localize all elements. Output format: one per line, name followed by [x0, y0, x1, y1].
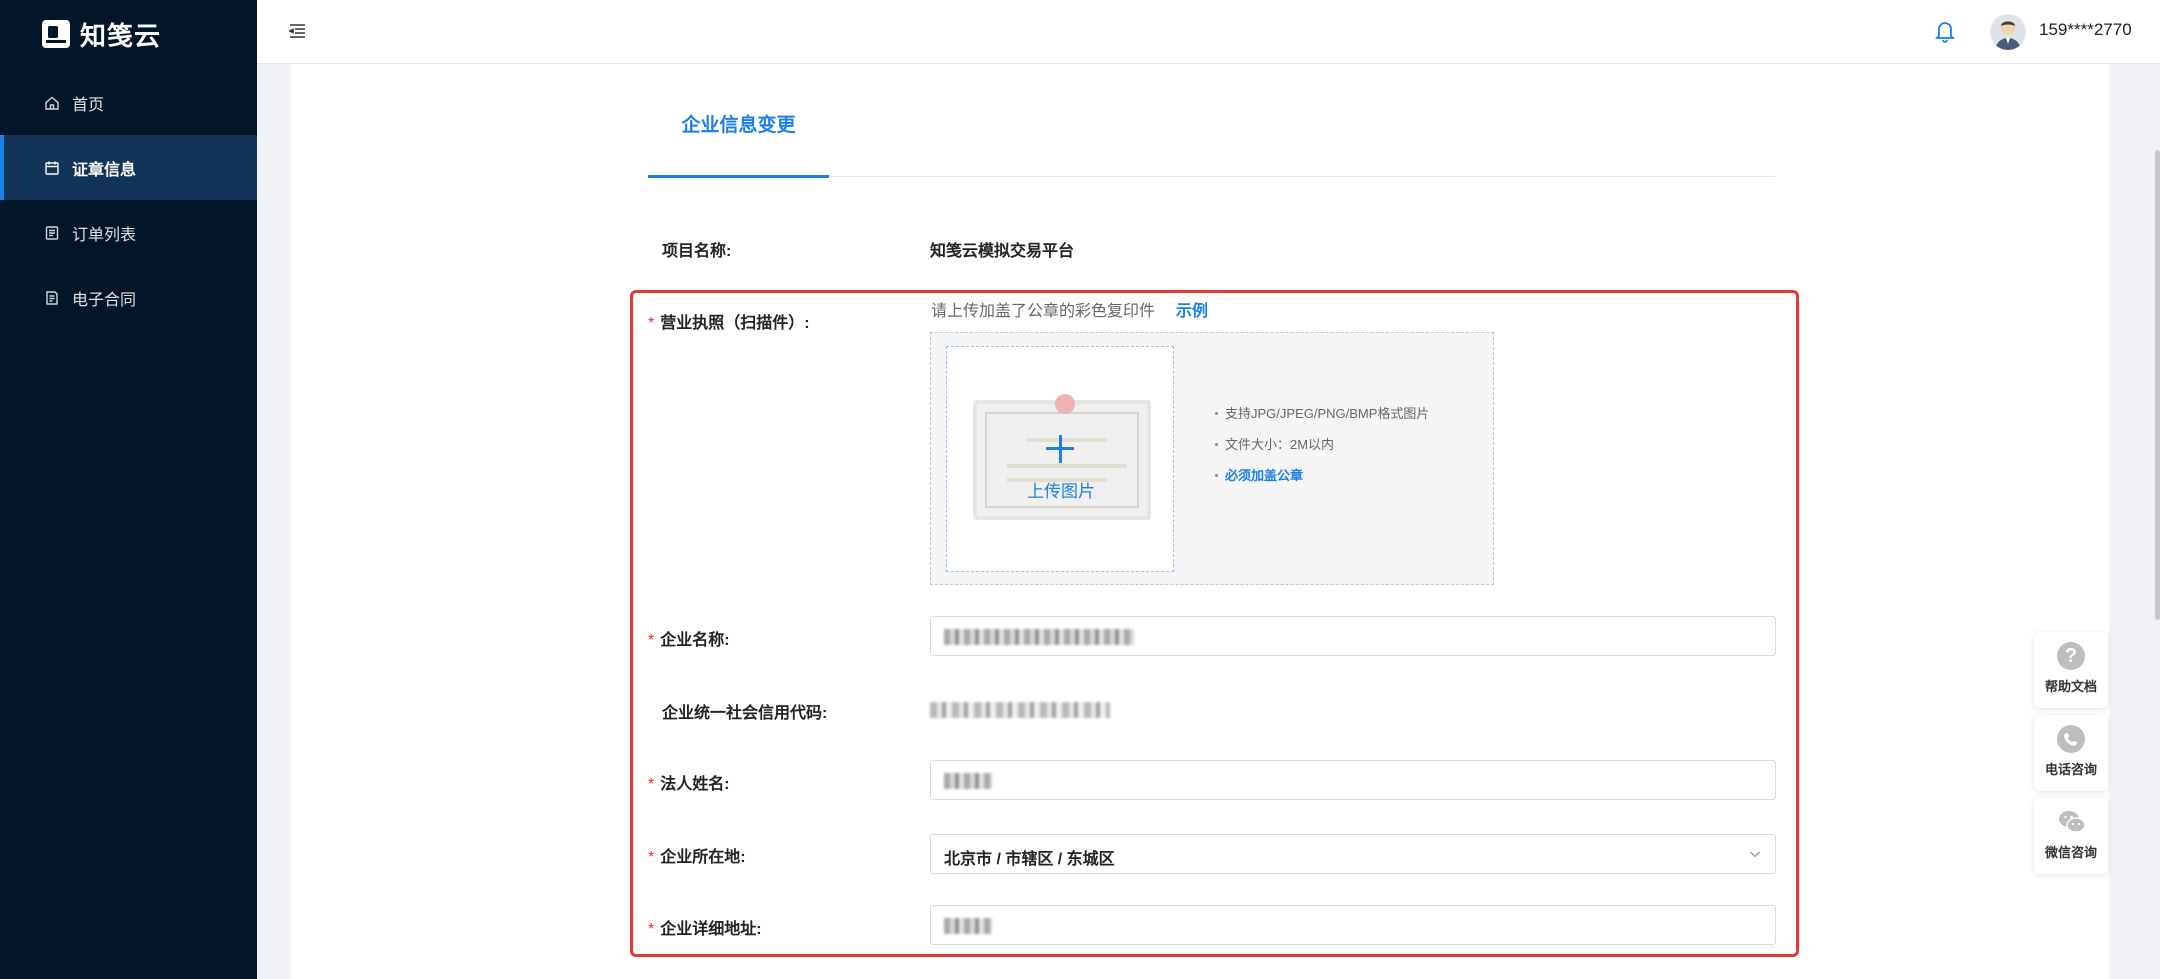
- sidebar-item-home[interactable]: 首页: [0, 70, 257, 135]
- logo-icon: [42, 20, 70, 48]
- sidebar-item-label: 电子合同: [72, 291, 137, 309]
- sidebar-nav: 首页 证章信息 订单列表 电子合同: [0, 70, 257, 330]
- example-link[interactable]: 示例: [1176, 297, 1208, 321]
- chevron-down-icon: [1749, 847, 1761, 859]
- sidebar-item-orders[interactable]: 订单列表: [0, 200, 257, 265]
- project-name-label: 项目名称:: [662, 243, 732, 260]
- required-mark: *: [648, 849, 655, 866]
- credit-code-value: [930, 702, 1110, 718]
- legal-name-label: * 法人姓名:: [648, 770, 730, 794]
- required-mark: *: [648, 776, 655, 793]
- sidebar-item-label: 首页: [72, 96, 105, 114]
- phone-icon: [2057, 725, 2085, 753]
- license-hint: 请上传加盖了公章的彩色复印件: [931, 303, 1156, 320]
- logo[interactable]: 知笺云: [42, 16, 161, 52]
- plus-icon: [1046, 435, 1074, 463]
- legal-name-label-text: 法人姓名:: [660, 776, 730, 793]
- sidebar-item-label: 订单列表: [72, 226, 137, 244]
- location-select[interactable]: 北京市 / 市辖区 / 东城区: [930, 834, 1776, 874]
- logo-text: 知笺云: [80, 20, 162, 51]
- list-icon: [44, 225, 60, 241]
- contract-icon: [44, 290, 60, 306]
- upload-image-label: 上传图片: [1027, 482, 1095, 501]
- seal-emblem-icon: [1055, 394, 1075, 414]
- scrollbar[interactable]: [2155, 150, 2160, 620]
- redacted-value: [944, 629, 1134, 645]
- help-docs-button[interactable]: ? 帮助文档: [2034, 632, 2108, 708]
- location-label-text: 企业所在地:: [660, 849, 746, 866]
- wechat-consult-button[interactable]: 微信咨询: [2034, 798, 2108, 874]
- sidebar-item-seal-info[interactable]: 证章信息: [0, 135, 257, 200]
- redacted-value: [944, 773, 992, 789]
- required-mark: *: [648, 921, 655, 938]
- avatar[interactable]: [1990, 14, 2026, 50]
- company-name-label-text: 企业名称:: [660, 632, 730, 649]
- tip-format: 支持JPG/JPEG/PNG/BMP格式图片: [1213, 403, 1443, 424]
- seal-icon: [44, 160, 60, 176]
- sidebar: 知笺云 首页 证章信息 订单列表 电子合同: [0, 0, 257, 979]
- project-name-value: 知笺云模拟交易平台: [930, 243, 1075, 260]
- phone-consult-button[interactable]: 电话咨询: [2034, 715, 2108, 791]
- address-label: * 企业详细地址:: [648, 915, 762, 939]
- address-label-text: 企业详细地址:: [660, 921, 762, 938]
- required-mark: *: [648, 632, 655, 649]
- upload-area: 上传图片 支持JPG/JPEG/PNG/BMP格式图片 文件大小：2M以内 必须…: [930, 332, 1494, 585]
- help-icon: ?: [2057, 642, 2085, 670]
- wechat-icon: [2057, 808, 2086, 836]
- certificate-line: [1007, 464, 1127, 468]
- sidebar-item-contracts[interactable]: 电子合同: [0, 265, 257, 330]
- menu-collapse-icon[interactable]: [287, 22, 307, 40]
- tip-size: 文件大小：2M以内: [1213, 434, 1443, 455]
- float-label: 电话咨询: [2044, 762, 2097, 777]
- legal-name-input[interactable]: [930, 760, 1776, 800]
- tip-seal-required: 必须加盖公章: [1213, 465, 1443, 486]
- location-label: * 企业所在地:: [648, 843, 746, 867]
- upload-image-button[interactable]: 上传图片: [946, 346, 1174, 572]
- tab-company-info-change[interactable]: 企业信息变更: [648, 110, 829, 178]
- float-label: 微信咨询: [2044, 845, 2097, 860]
- redacted-value: [944, 918, 992, 934]
- company-name-label: * 企业名称:: [648, 626, 730, 650]
- upload-tips: 支持JPG/JPEG/PNG/BMP格式图片 文件大小：2M以内 必须加盖公章: [1213, 403, 1443, 496]
- tab-active-indicator: [648, 175, 829, 178]
- home-icon: [44, 95, 60, 111]
- credit-code-label: 企业统一社会信用代码:: [662, 705, 828, 722]
- address-input[interactable]: [930, 905, 1776, 945]
- username[interactable]: 159****2770: [2039, 20, 2132, 40]
- business-license-label-text: 营业执照（扫描件）:: [660, 315, 810, 332]
- bell-icon[interactable]: [1933, 18, 1957, 44]
- float-label: 帮助文档: [2044, 679, 2097, 694]
- top-header: 159****2770: [257, 0, 2160, 64]
- location-select-value: 北京市 / 市辖区 / 东城区: [944, 851, 1115, 868]
- company-name-input[interactable]: [930, 616, 1776, 656]
- business-license-label: * 营业执照（扫描件）:: [648, 309, 810, 333]
- required-mark: *: [648, 315, 655, 332]
- sidebar-item-label: 证章信息: [72, 161, 137, 179]
